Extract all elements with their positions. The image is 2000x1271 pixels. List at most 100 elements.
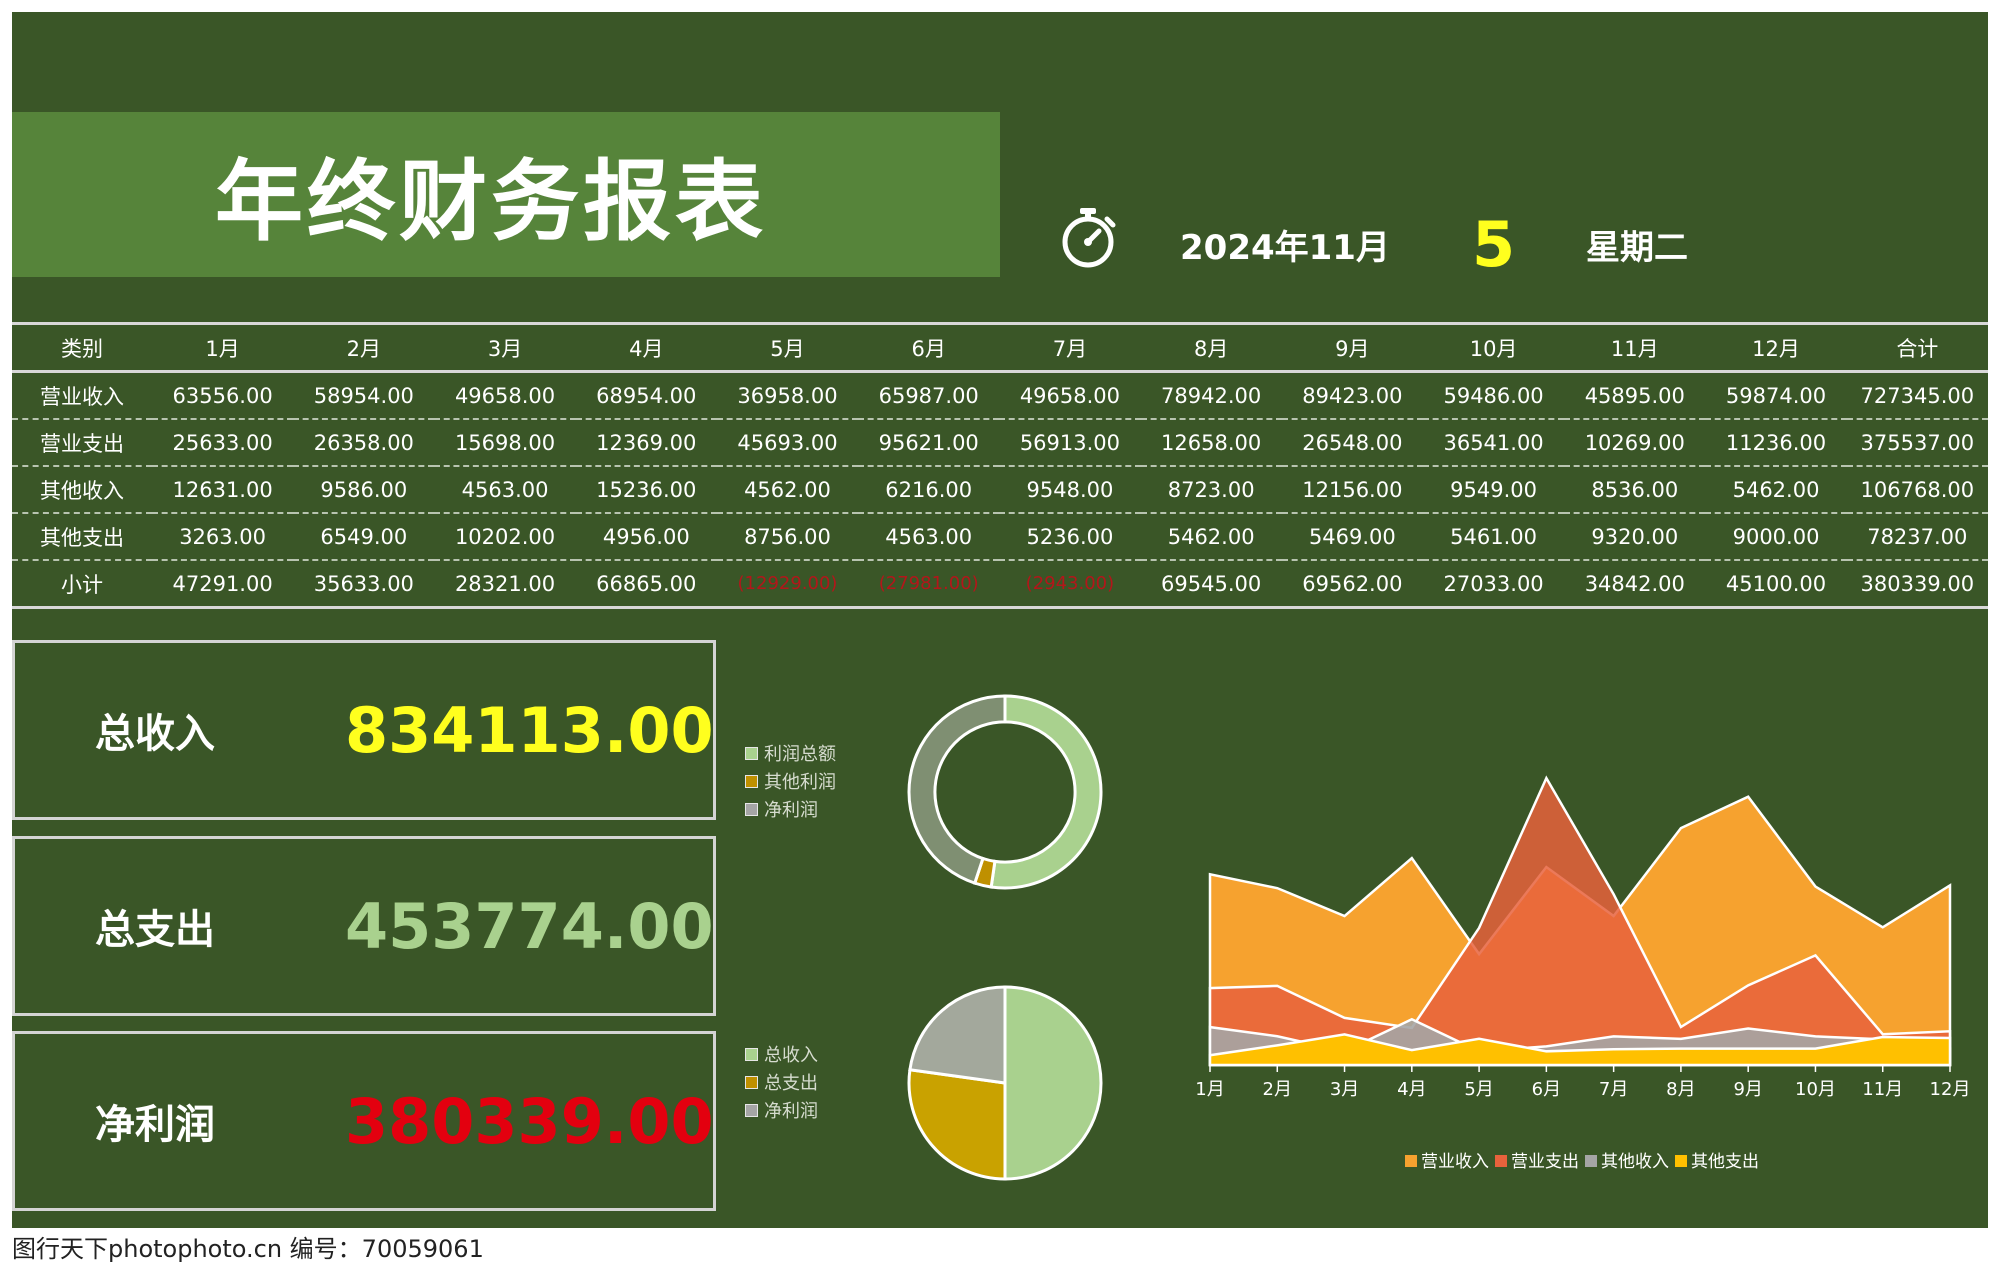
legend-label: 营业收入 <box>1421 1152 1489 1172</box>
table-cell: 58954.00 <box>313 383 414 408</box>
legend-swatch <box>1675 1155 1687 1167</box>
legend-label: 总支出 <box>764 1073 818 1094</box>
table-cell: 36541.00 <box>1443 430 1544 455</box>
weekday: 星期二 <box>1586 228 1688 268</box>
table-cell: 5461.00 <box>1450 524 1537 549</box>
table-cell: 89423.00 <box>1302 383 1403 408</box>
table-cell: 63556.00 <box>172 383 273 408</box>
column-header: 10月 <box>1469 336 1518 361</box>
row-label: 其他收入 <box>40 478 124 503</box>
table-row: 小计 47291.00 35633.00 28321.00 66865.00 (12929… <box>12 560 1988 608</box>
legend-item: 净利润 <box>745 795 836 823</box>
table-row: 营业支出 25633.00 26358.00 15698.00 12369.00 4569… <box>12 419 1988 466</box>
table-cell: 5462.00 <box>1167 524 1255 549</box>
table-cell: 15698.00 <box>454 430 556 455</box>
table-cell: 11236.00 <box>1725 430 1827 455</box>
monthly-area-chart: 1月 2月 3月 4月 5月 6月 7月 8月 9月 10月 11月 12月营业收入 营业支出 其他收入 其… <box>1195 775 1971 1172</box>
table-cell: 68954.00 <box>596 383 697 408</box>
legend-item: 净利润 <box>745 1096 818 1124</box>
table-cell: 9548.00 <box>1026 477 1114 502</box>
x-tick-label: 11月 <box>1862 1079 1903 1100</box>
table-cell: 45895.00 <box>1584 383 1685 408</box>
pie-slice <box>907 694 1007 886</box>
table-cell: 26548.00 <box>1302 430 1403 455</box>
x-tick-label: 10月 <box>1795 1079 1836 1100</box>
table-row: 其他支出 3263.00 6549.00 10202.00 4956.00 8756.00… <box>12 513 1988 560</box>
column-header: 12月 <box>1752 336 1800 361</box>
column-header: 1月 <box>205 336 240 361</box>
table-cell: 78237.00 <box>1867 524 1968 549</box>
table-cell: 45100.00 <box>1725 571 1827 596</box>
kpi-label: 净利润 <box>95 1102 215 1148</box>
legend-label: 净利润 <box>764 800 818 821</box>
table-cell: 6216.00 <box>885 477 973 502</box>
table-cell: 9586.00 <box>320 477 408 502</box>
table-cell: 12369.00 <box>596 430 697 455</box>
column-header: 11月 <box>1610 336 1659 361</box>
column-header: 3月 <box>487 336 523 361</box>
legend-item: 总支出 <box>745 1068 818 1096</box>
legend-swatch <box>1495 1155 1507 1167</box>
legend-item: 利润总额 <box>745 739 836 767</box>
table-cell: 26358.00 <box>313 430 414 455</box>
pie-legend: 总收入 总支出 净利润 <box>745 1040 818 1124</box>
table-cell: 15236.00 <box>596 477 697 502</box>
x-tick-label: 12月 <box>1930 1079 1971 1100</box>
table-cell: 35633.00 <box>313 571 414 596</box>
x-tick-label: 7月 <box>1599 1079 1628 1100</box>
table-cell: 69562.00 <box>1302 571 1403 596</box>
net-profit-card: 净利润 380339.00 <box>12 1031 716 1211</box>
pie-slice <box>1003 985 1103 1181</box>
table-cell: (2943.00) <box>1025 573 1115 594</box>
legend-item: 其他利润 <box>745 767 836 795</box>
table-cell: 727345.00 <box>1860 383 1975 408</box>
table-cell: 36958.00 <box>737 383 838 408</box>
finance-table: 类别 1月 2月 3月 4月 5月 6月 7月 8月 9月 10月 11月 12月 合计 营业收入 6355… <box>12 322 1988 609</box>
legend-label: 其他支出 <box>1691 1152 1759 1172</box>
table-cell: 8536.00 <box>1591 477 1679 502</box>
column-header: 合计 <box>1896 336 1939 361</box>
column-header: 8月 <box>1193 336 1229 361</box>
totals-pie-chart <box>907 985 1103 1181</box>
table-cell: 5236.00 <box>1026 524 1114 549</box>
table-cell: 10202.00 <box>454 524 556 549</box>
table-cell: 65987.00 <box>878 383 979 408</box>
column-header: 4月 <box>629 336 664 361</box>
pie-slice <box>908 985 1007 1085</box>
kpi-value: 380339.00 <box>345 1084 714 1158</box>
table-cell: 59874.00 <box>1725 383 1827 408</box>
table-cell: 375537.00 <box>1860 430 1975 455</box>
table-cell: (12929.00) <box>737 573 838 594</box>
legend-swatch <box>1405 1155 1417 1167</box>
table-cell: 25633.00 <box>172 430 273 455</box>
column-header: 6月 <box>911 336 946 361</box>
day-number: 5 <box>1472 208 1516 281</box>
total-expense-card: 总支出 453774.00 <box>12 836 716 1016</box>
table-cell: 4563.00 <box>885 524 973 549</box>
table-cell: 5462.00 <box>1732 477 1820 502</box>
donut-legend: 利润总额 其他利润 净利润 <box>745 739 836 823</box>
row-label: 营业收入 <box>40 384 124 409</box>
row-label: 其他支出 <box>40 525 124 550</box>
table-cell: 78942.00 <box>1161 383 1262 408</box>
stopwatch-icon <box>1062 208 1116 268</box>
kpi-label: 总收入 <box>95 711 215 757</box>
table-cell: 59486.00 <box>1443 383 1544 408</box>
x-tick-label: 3月 <box>1330 1079 1359 1100</box>
table-cell: (27981.00) <box>878 573 979 594</box>
x-tick-label: 5月 <box>1464 1079 1493 1100</box>
table-cell: 4562.00 <box>744 477 831 502</box>
table-row: 营业收入 63556.00 58954.00 49658.00 68954.00 3695… <box>12 372 1988 419</box>
column-header: 类别 <box>61 336 103 361</box>
pie-slice <box>989 694 1103 890</box>
legend-label: 净利润 <box>764 1101 818 1122</box>
table-cell: 4563.00 <box>461 477 549 502</box>
x-tick-label: 4月 <box>1397 1079 1426 1100</box>
table-cell: 5469.00 <box>1308 524 1396 549</box>
row-label: 小计 <box>61 572 103 597</box>
legend-swatch <box>745 774 758 788</box>
row-label: 营业支出 <box>40 431 124 456</box>
report-date: 2024年11月 <box>1180 228 1390 268</box>
kpi-label: 总支出 <box>95 907 215 953</box>
table-cell: 106768.00 <box>1860 477 1975 502</box>
